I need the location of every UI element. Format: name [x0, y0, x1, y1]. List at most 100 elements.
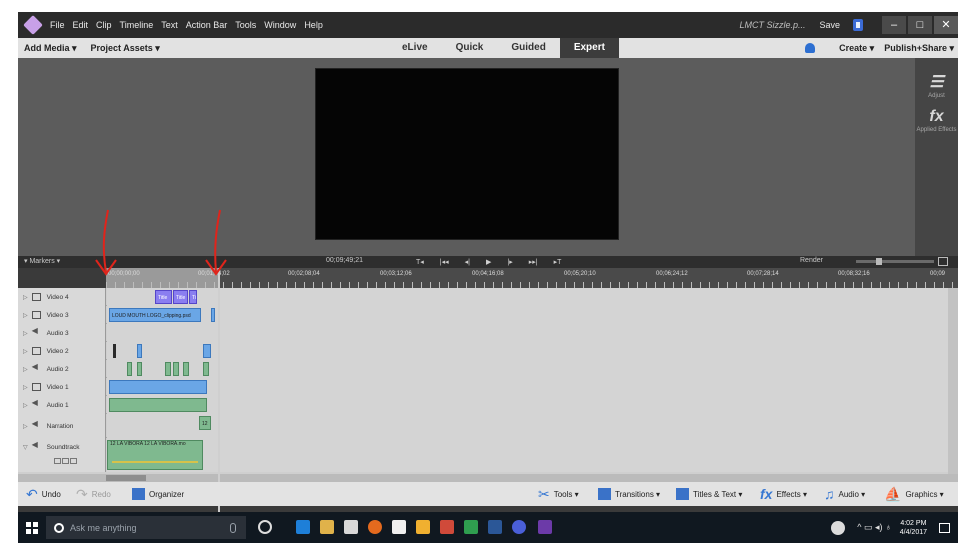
- menu-window[interactable]: Window: [264, 20, 296, 30]
- cortana-search-box[interactable]: Ask me anything: [46, 516, 246, 539]
- tab-elive[interactable]: eLive: [388, 38, 442, 58]
- maximize-button[interactable]: □: [908, 16, 932, 34]
- tools-button[interactable]: ✂ Tools ▾: [538, 482, 579, 506]
- edge-icon[interactable]: [296, 520, 310, 534]
- fast-forward-button[interactable]: ▸▸|: [529, 258, 538, 266]
- menu-tools[interactable]: Tools: [235, 20, 256, 30]
- soundtrack-clip[interactable]: 12 LA VIBORA 12 LA VIBORA.mo: [107, 440, 203, 470]
- save-icon[interactable]: [850, 18, 866, 32]
- chrome-icon[interactable]: [368, 520, 382, 534]
- tray-icons[interactable]: ^ ▭ ◂) ♁: [857, 522, 892, 533]
- undo-button[interactable]: ↶ Undo: [26, 482, 61, 506]
- title-clip[interactable]: Title: [173, 290, 188, 304]
- track-body[interactable]: [107, 324, 958, 342]
- audio-clip[interactable]: [183, 362, 189, 376]
- graphics-button[interactable]: ⛵ Graphics ▾: [884, 482, 944, 506]
- adjust-tool[interactable]: ☰ Adjust: [915, 72, 958, 100]
- menu-text[interactable]: Text: [161, 20, 178, 30]
- track-body[interactable]: [107, 360, 958, 378]
- mini-control-button[interactable]: [54, 458, 61, 464]
- store-icon[interactable]: [344, 520, 358, 534]
- title-clip[interactable]: Title: [155, 290, 172, 304]
- track-header[interactable]: ▽ Soundtrack: [18, 438, 106, 472]
- goto-start-button[interactable]: T◂: [416, 258, 424, 266]
- video-clip[interactable]: [137, 344, 142, 358]
- track-header[interactable]: ▷ Audio 2: [18, 360, 106, 378]
- step-forward-button[interactable]: |▸: [507, 258, 512, 266]
- video-preview[interactable]: [315, 68, 619, 240]
- play-button[interactable]: ▶: [486, 258, 491, 266]
- video-clip[interactable]: [109, 380, 207, 394]
- audio-clip[interactable]: [203, 362, 209, 376]
- mini-control-button[interactable]: [70, 458, 77, 464]
- folder-icon[interactable]: [416, 520, 430, 534]
- organizer-button[interactable]: Organizer: [132, 482, 184, 506]
- action-center-icon[interactable]: [939, 522, 950, 533]
- windows-start-icon[interactable]: [26, 522, 38, 534]
- soundtrack-controls[interactable]: [54, 458, 78, 464]
- expand-triangle-icon[interactable]: ▷: [23, 384, 28, 391]
- track-header[interactable]: ▷ Narration: [18, 414, 106, 438]
- track-body[interactable]: [107, 378, 958, 396]
- render-button[interactable]: Render: [800, 257, 823, 264]
- clock[interactable]: 4:02 PM 4/4/2017: [900, 519, 927, 537]
- file-explorer-icon[interactable]: [320, 520, 334, 534]
- word-icon[interactable]: [488, 520, 502, 534]
- menu-edit[interactable]: Edit: [73, 20, 89, 30]
- titles-text-button[interactable]: Titles & Text ▾: [676, 482, 742, 506]
- track-body[interactable]: Title Title Ti: [107, 288, 958, 306]
- video-clip[interactable]: [211, 308, 215, 322]
- tab-quick[interactable]: Quick: [442, 38, 498, 58]
- expand-triangle-icon[interactable]: ▽: [23, 444, 28, 451]
- track-header[interactable]: ▷ Video 4: [18, 288, 106, 306]
- minimize-button[interactable]: –: [882, 16, 906, 34]
- track-body[interactable]: [107, 342, 958, 360]
- add-media-menu[interactable]: Add Media ▾: [24, 43, 77, 54]
- track-header[interactable]: ▷ Video 3: [18, 306, 106, 324]
- markers-menu[interactable]: ▾ Markers ▾: [24, 257, 60, 265]
- menu-timeline[interactable]: Timeline: [120, 20, 154, 30]
- expand-triangle-icon[interactable]: ▷: [23, 330, 28, 337]
- track-body[interactable]: 12: [107, 414, 958, 438]
- tab-guided[interactable]: Guided: [497, 38, 559, 58]
- premiere-elements-icon[interactable]: [538, 520, 552, 534]
- save-button[interactable]: Save: [819, 20, 840, 30]
- audio-clip[interactable]: [137, 362, 142, 376]
- track-header[interactable]: ▷ Video 2: [18, 342, 106, 360]
- expand-triangle-icon[interactable]: ▷: [23, 294, 28, 301]
- audio-button[interactable]: ♫ Audio ▾: [824, 482, 865, 506]
- powerpoint-icon[interactable]: [440, 520, 454, 534]
- audio-clip[interactable]: [173, 362, 179, 376]
- home-icon[interactable]: [392, 520, 406, 534]
- transitions-button[interactable]: Transitions ▾: [598, 482, 660, 506]
- expand-triangle-icon[interactable]: ▷: [23, 423, 28, 430]
- task-view-icon[interactable]: [258, 520, 272, 534]
- project-assets-menu[interactable]: Project Assets ▾: [91, 43, 160, 54]
- publish-share-menu[interactable]: Publish+Share ▾: [884, 43, 954, 54]
- create-menu[interactable]: Create ▾: [839, 43, 874, 54]
- track-header[interactable]: ▷ Video 1: [18, 378, 106, 396]
- track-header[interactable]: ▷ Audio 1: [18, 396, 106, 414]
- audio-clip[interactable]: [109, 398, 207, 412]
- timeline-vertical-scrollbar[interactable]: [948, 288, 958, 474]
- microphone-icon[interactable]: [230, 522, 236, 533]
- video-clip[interactable]: LOUD MOUTH LOGO_clipping.psd: [109, 308, 201, 322]
- mini-control-button[interactable]: [62, 458, 69, 464]
- zoom-slider-thumb[interactable]: [876, 258, 882, 265]
- track-body[interactable]: LOUD MOUTH LOGO_clipping.psd: [107, 306, 958, 324]
- zoom-slider[interactable]: [856, 258, 934, 265]
- user-avatar-icon[interactable]: [831, 520, 846, 535]
- menu-file[interactable]: File: [50, 20, 65, 30]
- applied-effects-tool[interactable]: fx Applied Effects: [915, 108, 958, 134]
- close-button[interactable]: ✕: [934, 16, 958, 34]
- playhead[interactable]: [218, 268, 220, 512]
- redo-button[interactable]: ↷ Redo: [76, 482, 111, 506]
- expand-triangle-icon[interactable]: ▷: [23, 402, 28, 409]
- notification-bell-icon[interactable]: [805, 43, 816, 53]
- audio-clip[interactable]: [127, 362, 132, 376]
- audio-clip[interactable]: [165, 362, 171, 376]
- menu-clip[interactable]: Clip: [96, 20, 112, 30]
- volume-line[interactable]: [112, 461, 198, 463]
- menu-help[interactable]: Help: [304, 20, 323, 30]
- expand-triangle-icon[interactable]: ▷: [23, 366, 28, 373]
